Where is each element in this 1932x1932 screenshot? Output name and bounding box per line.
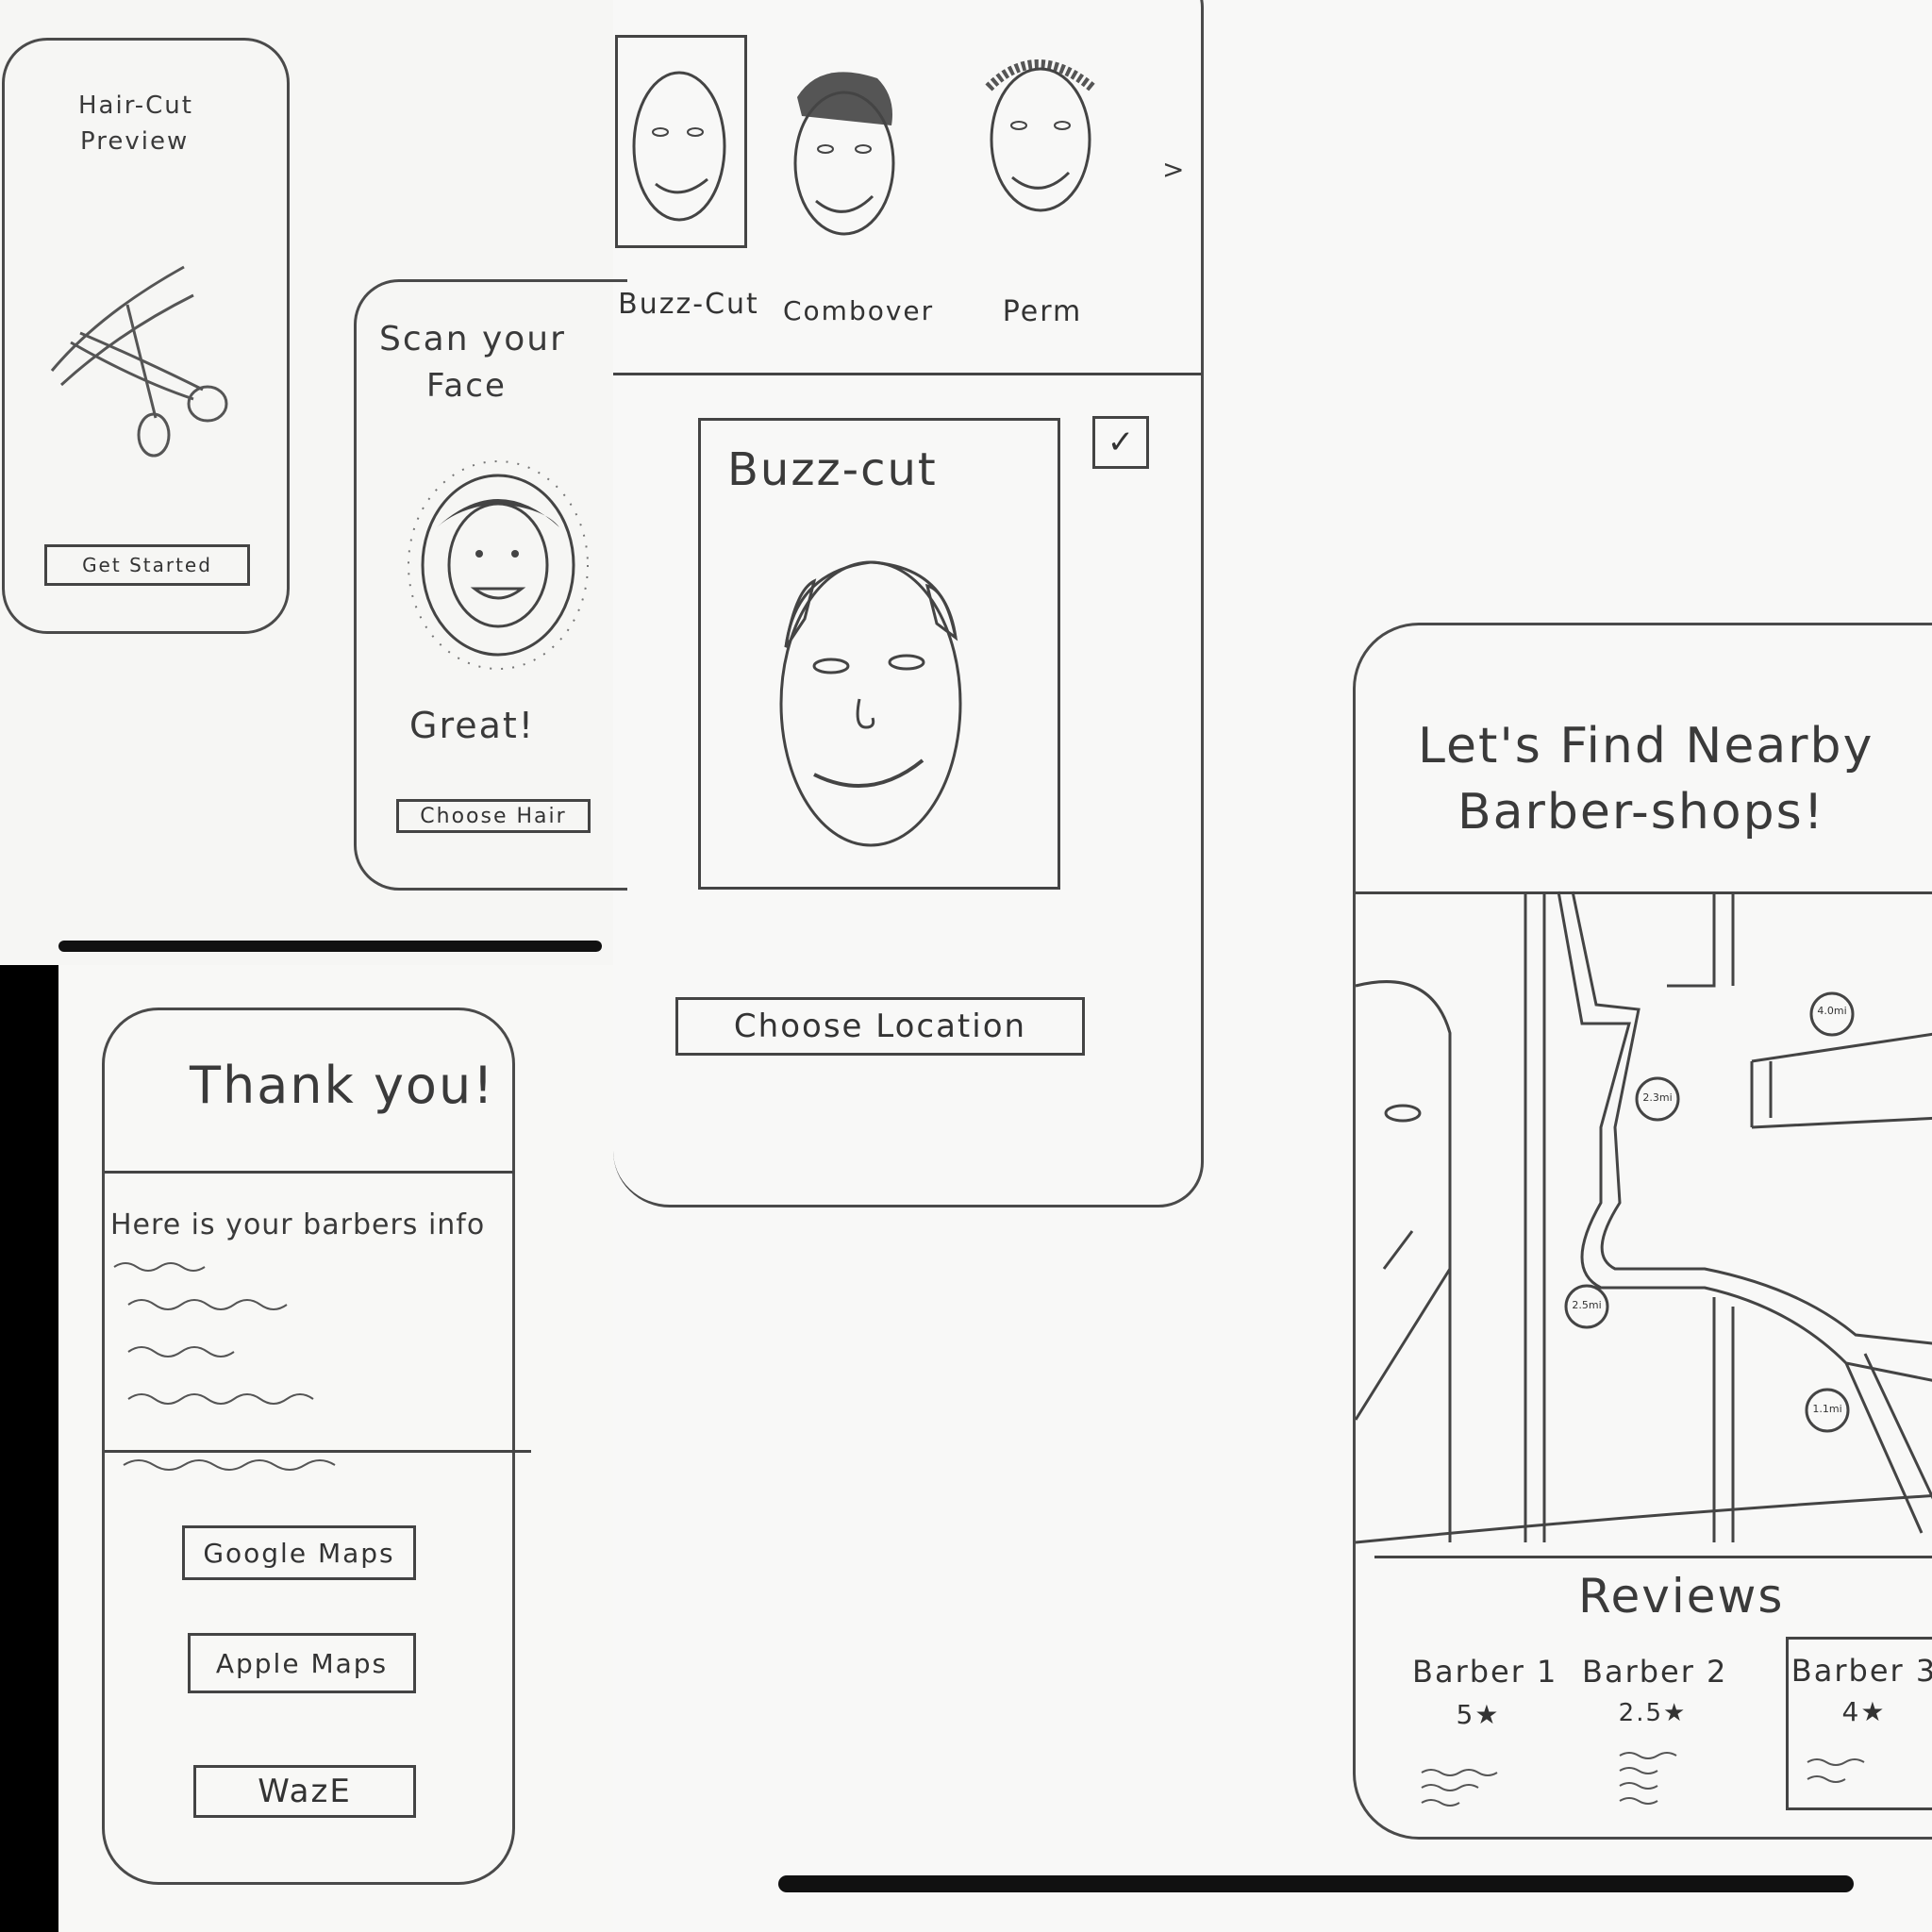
map-pin-label[interactable]: 2.3mi xyxy=(1637,1091,1678,1104)
map-title-line2: Barber-shops! xyxy=(1457,784,1825,841)
hair-style-screen: > Buzz-Cut Combover Perm Buzz-cut ✓ Choo… xyxy=(613,0,1204,1208)
style-label-combover: Combover xyxy=(783,295,935,326)
review-text-squiggle xyxy=(1619,1752,1677,1805)
app-title-line2: Preview xyxy=(80,127,190,156)
review-text-squiggle xyxy=(1807,1758,1865,1783)
barber-name: Barber 1 xyxy=(1412,1654,1558,1690)
buzz-cut-preview-face xyxy=(779,560,962,847)
face-scan-avatar xyxy=(408,460,589,670)
divider-bar-top xyxy=(58,941,602,952)
reviews-divider xyxy=(1374,1556,1932,1558)
select-style-checkbox[interactable]: ✓ xyxy=(1092,416,1149,469)
barber-rating: 5★ xyxy=(1456,1699,1501,1730)
barber-rating: 4★ xyxy=(1841,1696,1887,1727)
scan-face-screen: Scan your Face Great! Choose Hair xyxy=(354,279,627,891)
barber-name: Barber 2 xyxy=(1582,1654,1728,1690)
map-pin-label[interactable]: 2.5mi xyxy=(1566,1299,1607,1311)
get-started-button[interactable]: Get Started xyxy=(44,544,250,586)
barber-card-3-selected[interactable]: Barber 3 4★ xyxy=(1786,1637,1932,1810)
map-title-line1: Let's Find Nearby xyxy=(1418,718,1874,774)
thanks-bottom-divider xyxy=(105,1450,531,1453)
thank-you-screen: Thank you! Here is your barbers info Goo… xyxy=(102,1008,531,1885)
barber-card-1[interactable]: Barber 1 5★ xyxy=(1412,1654,1563,1824)
app-title-line1: Hair-Cut xyxy=(78,92,193,120)
google-maps-button[interactable]: Google Maps xyxy=(182,1525,416,1580)
style-label-perm: Perm xyxy=(1002,295,1083,328)
perm-face-icon[interactable] xyxy=(979,50,1102,220)
thank-you-title: Thank you! xyxy=(190,1056,495,1115)
barber-rating: 2.5★ xyxy=(1618,1699,1688,1727)
waze-button[interactable]: WazE xyxy=(193,1765,416,1818)
selected-style-title: Buzz-cut xyxy=(727,443,938,496)
map-screen: Let's Find Nearby Barber-shops! 4.0mi 2.… xyxy=(1353,623,1932,1840)
scissors-icon xyxy=(50,265,228,458)
welcome-screen: Hair-Cut Preview Get Started xyxy=(2,38,290,634)
map-view[interactable] xyxy=(1354,891,1932,1571)
reviews-title: Reviews xyxy=(1578,1569,1785,1624)
scan-title-line1: Scan your xyxy=(379,320,566,358)
barber-name: Barber 3 xyxy=(1790,1653,1932,1689)
style-label-buzz-cut: Buzz-Cut xyxy=(618,288,759,321)
review-text-squiggle xyxy=(1421,1769,1498,1807)
thanks-top-divider xyxy=(105,1171,514,1174)
choose-location-button[interactable]: Choose Location xyxy=(675,997,1085,1056)
choose-hair-button[interactable]: Choose Hair xyxy=(396,799,591,833)
scan-title-line2: Face xyxy=(426,367,507,405)
selected-style-card: Buzz-cut xyxy=(698,418,1060,890)
barber-card-2[interactable]: Barber 2 2.5★ xyxy=(1582,1654,1733,1824)
divider-bar-bottom xyxy=(778,1875,1854,1892)
map-pin-label[interactable]: 1.1mi xyxy=(1807,1403,1848,1415)
styles-divider xyxy=(613,373,1202,375)
next-styles-arrow[interactable]: > xyxy=(1162,154,1186,185)
barber-info-heading: Here is your barbers info xyxy=(110,1208,486,1241)
apple-maps-button[interactable]: Apple Maps xyxy=(188,1633,416,1693)
style-option-buzz-cut[interactable] xyxy=(615,35,747,248)
map-pin-label[interactable]: 4.0mi xyxy=(1811,1005,1853,1017)
scan-status-text: Great! xyxy=(409,705,536,746)
checkmark-icon: ✓ xyxy=(1107,424,1135,461)
black-border-strip xyxy=(0,965,58,1932)
buzz-cut-face-icon xyxy=(632,71,726,222)
combover-face-icon[interactable] xyxy=(783,59,906,239)
